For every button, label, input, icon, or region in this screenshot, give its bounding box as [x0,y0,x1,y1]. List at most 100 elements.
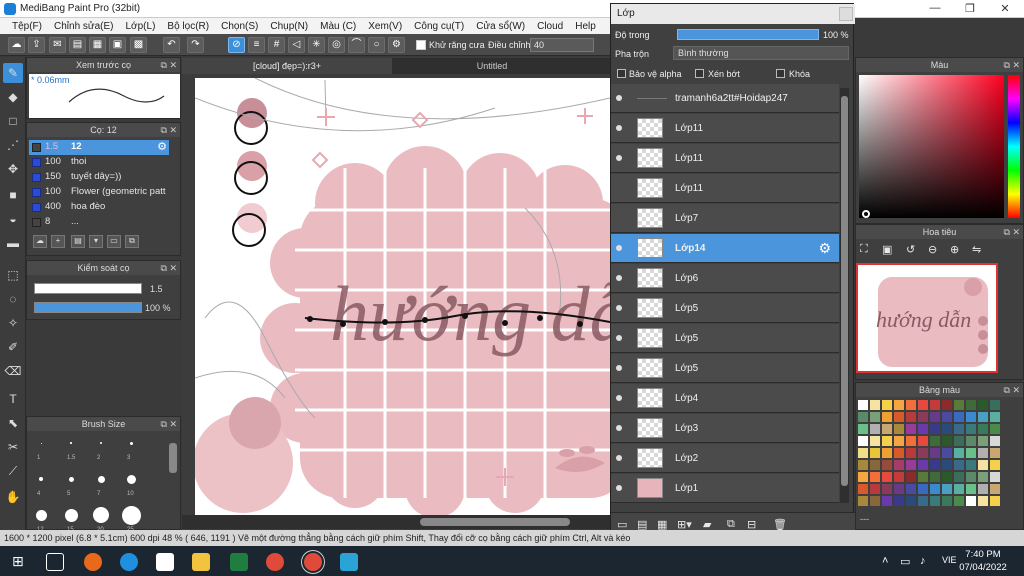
palette-swatch[interactable] [954,460,964,470]
brush-opacity-slider[interactable] [34,302,142,313]
brush-size-dot[interactable] [39,477,43,481]
brush-item[interactable]: 8 ... [29,215,169,230]
palette-swatch[interactable] [918,436,928,446]
palette-swatch[interactable] [954,412,964,422]
volume-icon[interactable]: ♪ [920,555,926,567]
palette-swatch[interactable] [858,448,868,458]
brush-size-dot[interactable] [121,505,141,525]
palette-swatch[interactable] [918,460,928,470]
palette-swatch[interactable] [990,484,1000,494]
layer-row[interactable]: Lớp3 [611,414,839,443]
palette-swatch[interactable] [942,412,952,422]
palette-swatch[interactable] [918,448,928,458]
layer-row[interactable]: Lớp5 [611,294,839,323]
dot-tool-icon[interactable]: ⋰ [3,135,23,155]
export-icon[interactable]: ⇪ [28,37,45,53]
palette-swatch[interactable] [978,496,988,506]
layer-row[interactable]: Lớp4 [611,384,839,413]
snap-curve-icon[interactable]: ⌒ [348,37,365,53]
canvas-hscroll[interactable] [182,515,610,529]
layer-row[interactable]: Lớp6 [611,264,839,293]
palette-swatch[interactable] [882,496,892,506]
palette-swatch[interactable] [978,460,988,470]
color-saturation-square[interactable] [859,75,1004,218]
palette-swatch[interactable] [966,448,976,458]
palette-swatch[interactable] [882,448,892,458]
palette-swatch[interactable] [906,448,916,458]
clipping-checkbox[interactable] [695,69,704,78]
adjust-select[interactable]: 40 [530,38,594,52]
palette-swatch[interactable] [978,424,988,434]
panel-close-icon[interactable]: ⧉ ✕ [161,417,177,431]
palette-swatch[interactable] [954,472,964,482]
palette-swatch[interactable] [894,460,904,470]
operation-tool-icon[interactable]: ⬉ [3,413,23,433]
palette-swatch[interactable] [930,400,940,410]
palette-swatch[interactable] [894,400,904,410]
palette-swatch[interactable] [906,400,916,410]
layer-row[interactable]: Lớp7 [611,204,839,233]
palette-swatch[interactable] [918,412,928,422]
firefox-icon[interactable] [84,553,102,571]
brush-size-dot[interactable] [40,442,42,444]
palette-swatch[interactable] [870,424,880,434]
palette-swatch[interactable] [966,496,976,506]
artboard[interactable]: hướng dẫn [195,78,610,515]
menu-filter[interactable]: Bộ lọc(R) [161,21,215,32]
brush-item[interactable]: 150 tuyết dây=)) [29,170,169,185]
rotate-left-icon[interactable]: ↺ [906,243,915,256]
lasso-icon[interactable]: ◌ [3,289,23,309]
palette-swatch[interactable] [882,436,892,446]
menu-select[interactable]: Chọn(S) [215,21,264,32]
flip-icon[interactable]: ⇋ [972,243,981,256]
antialias-checkbox[interactable] [416,40,426,50]
eraser-tool-icon[interactable]: ◆ [3,87,23,107]
palette-swatch[interactable] [870,448,880,458]
layer-row[interactable]: Lớp5 [611,324,839,353]
palette-swatch[interactable] [930,472,940,482]
text-tool-icon[interactable]: T [3,389,23,409]
snap-vanish-icon[interactable]: ◁ [288,37,305,53]
settings-gear-icon[interactable]: ⚙ [388,37,405,53]
palette-swatch[interactable] [930,412,940,422]
palette-swatch[interactable] [942,424,952,434]
palette-swatch[interactable] [978,472,988,482]
palette-swatch[interactable] [870,436,880,446]
brush-size-dot[interactable] [100,442,102,444]
page-icon[interactable]: ▦ [89,37,106,53]
select-pen-icon[interactable]: ✐ [3,337,23,357]
palette-swatch[interactable] [858,460,868,470]
file-explorer-icon[interactable] [192,553,210,571]
layer-list-scrollbar[interactable] [840,88,849,503]
zoom-in-icon[interactable]: ⊕ [950,243,959,256]
comic-icon[interactable]: ▤ [69,37,86,53]
palette-swatch[interactable] [966,484,976,494]
palette-swatch[interactable] [990,412,1000,422]
brush-item[interactable]: 100 thoi [29,155,169,170]
palette-swatch[interactable] [870,472,880,482]
actual-size-icon[interactable]: ▣ [882,243,892,256]
hue-slider[interactable] [1008,75,1020,218]
palette-swatch[interactable] [966,400,976,410]
layer-visibility-icon[interactable] [616,155,622,161]
layer-visibility-icon[interactable] [616,275,622,281]
palette-swatch[interactable] [882,400,892,410]
menu-edit[interactable]: Chỉnh sửa(E) [48,21,120,32]
layer-scroll-thumb[interactable] [841,96,848,486]
palette-swatch[interactable] [978,448,988,458]
palette-swatch[interactable] [942,448,952,458]
palette-swatch[interactable] [870,400,880,410]
layer-row[interactable]: Lớp5 [611,354,839,383]
palette-swatch[interactable] [906,424,916,434]
layer-opacity-slider[interactable] [677,29,819,40]
palette-swatch[interactable] [894,448,904,458]
palette-swatch[interactable] [906,436,916,446]
layer-visibility-icon[interactable] [616,245,622,251]
palette-swatch[interactable] [918,484,928,494]
layer-visibility-icon[interactable] [616,365,622,371]
menu-file[interactable]: Tệp(F) [6,21,48,32]
layer-visibility-icon[interactable] [616,125,622,131]
palette-swatch[interactable] [990,496,1000,506]
canvas-hscroll-thumb[interactable] [420,518,570,526]
palette-swatch[interactable] [966,424,976,434]
